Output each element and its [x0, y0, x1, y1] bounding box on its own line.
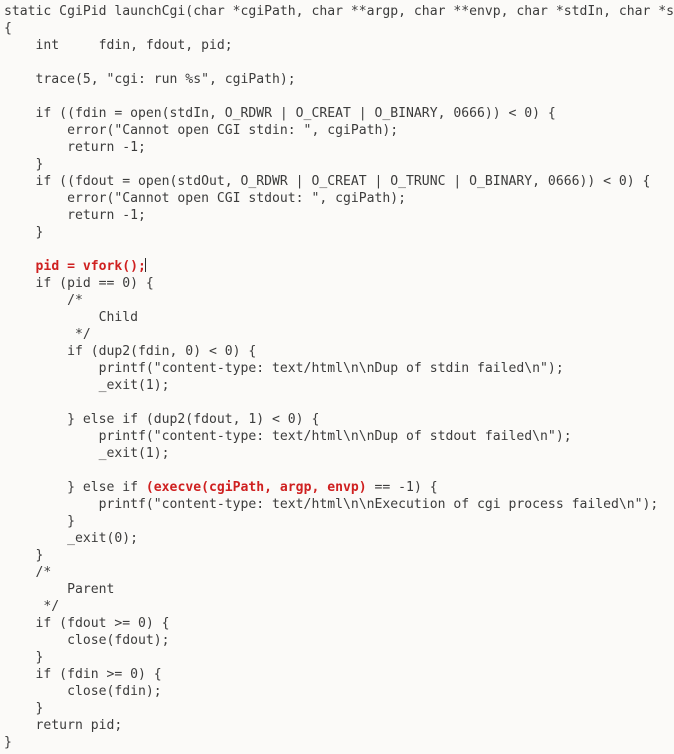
code-line[interactable]: ​ — [4, 462, 674, 479]
code-line[interactable]: _exit(1); — [4, 377, 674, 394]
code-line[interactable]: if (dup2(fdin, 0) < 0) { — [4, 343, 674, 360]
code-token: error("Cannot open CGI stdout: ", cgiPat… — [4, 191, 407, 206]
code-line[interactable]: } else if (execve(cgiPath, argp, envp) =… — [4, 479, 674, 496]
code-line[interactable]: } — [4, 513, 674, 530]
code-token-highlighted: (execve(cgiPath, argp, envp) — [145, 480, 367, 495]
code-line[interactable]: } — [4, 649, 674, 666]
code-line[interactable]: if (pid == 0) { — [4, 275, 674, 292]
code-token: close(fdout); — [4, 633, 170, 648]
code-line[interactable]: error("Cannot open CGI stdin: ", cgiPath… — [4, 122, 674, 139]
code-token: } — [4, 735, 12, 750]
code-token: */ — [4, 327, 91, 342]
code-line[interactable]: _exit(0); — [4, 530, 674, 547]
code-line[interactable]: } — [4, 547, 674, 564]
code-line[interactable]: if (fdin >= 0) { — [4, 666, 674, 683]
code-token: error("Cannot open CGI stdin: ", cgiPath… — [4, 123, 399, 138]
code-line[interactable]: if ((fdin = open(stdIn, O_RDWR | O_CREAT… — [4, 105, 674, 122]
code-line[interactable]: printf("content-type: text/html\n\nDup o… — [4, 360, 674, 377]
code-token: } else if (dup2(fdout, 1) < 0) { — [4, 412, 320, 427]
code-token: { — [4, 21, 12, 36]
code-line[interactable]: Child — [4, 309, 674, 326]
code-token: _exit(1); — [4, 446, 170, 461]
code-line[interactable]: ​ — [4, 241, 674, 258]
code-token: Parent — [4, 582, 115, 597]
code-line[interactable]: printf("content-type: text/html\n\nDup o… — [4, 428, 674, 445]
code-line[interactable]: */ — [4, 326, 674, 343]
code-token: printf("content-type: text/html\n\nDup o… — [4, 429, 572, 444]
code-token: } — [4, 157, 44, 172]
code-token: } else if — [4, 480, 146, 495]
code-line[interactable]: ​ — [4, 88, 674, 105]
code-token: _exit(0); — [4, 531, 139, 546]
code-token: } — [4, 225, 44, 240]
code-token: _exit(1); — [4, 378, 170, 393]
code-token: } — [4, 514, 75, 529]
code-token: } — [4, 701, 44, 716]
code-token: if (fdin >= 0) { — [4, 667, 162, 682]
code-line[interactable]: ​ — [4, 394, 674, 411]
code-token: printf("content-type: text/html\n\nExecu… — [4, 497, 659, 512]
code-line[interactable]: error("Cannot open CGI stdout: ", cgiPat… — [4, 190, 674, 207]
code-token-highlighted: pid = vfork(); — [35, 259, 146, 274]
code-token: int fdin, fdout, pid; — [4, 38, 233, 53]
code-token: } — [4, 548, 44, 563]
code-line[interactable]: Parent — [4, 581, 674, 598]
code-line[interactable]: close(fdin); — [4, 683, 674, 700]
code-token: return -1; — [4, 140, 146, 155]
code-editor-surface[interactable]: static CgiPid launchCgi(char *cgiPath, c… — [0, 0, 674, 754]
code-line[interactable]: */ — [4, 598, 674, 615]
code-line[interactable]: } else if (dup2(fdout, 1) < 0) { — [4, 411, 674, 428]
code-token: if (pid == 0) { — [4, 276, 154, 291]
code-token: return pid; — [4, 718, 123, 733]
code-token: if ((fdin = open(stdIn, O_RDWR | O_CREAT… — [4, 106, 556, 121]
code-line[interactable]: /* — [4, 292, 674, 309]
code-token: if (dup2(fdin, 0) < 0) { — [4, 344, 257, 359]
code-token: if (fdout >= 0) { — [4, 616, 170, 631]
code-line[interactable]: return -1; — [4, 139, 674, 156]
code-token: trace(5, "cgi: run %s", cgiPath); — [4, 72, 296, 87]
code-line[interactable]: _exit(1); — [4, 445, 674, 462]
code-token: /* — [4, 565, 52, 580]
code-token: } — [4, 650, 44, 665]
text-caret — [145, 258, 147, 272]
code-token: == -1) { — [366, 480, 438, 495]
code-line[interactable]: pid = vfork(); — [4, 258, 674, 275]
code-line[interactable]: if ((fdout = open(stdOut, O_RDWR | O_CRE… — [4, 173, 674, 190]
code-token: return -1; — [4, 208, 146, 223]
code-line[interactable]: } — [4, 734, 674, 751]
code-token: /* — [4, 293, 83, 308]
code-line[interactable]: { — [4, 20, 674, 37]
code-token: */ — [4, 599, 60, 614]
code-line[interactable]: return pid; — [4, 717, 674, 734]
code-line[interactable]: trace(5, "cgi: run %s", cgiPath); — [4, 71, 674, 88]
code-line[interactable]: } — [4, 156, 674, 173]
code-token: static CgiPid launchCgi(char *cgiPath, c… — [4, 4, 674, 19]
source-code-block[interactable]: static CgiPid launchCgi(char *cgiPath, c… — [4, 3, 674, 751]
code-line[interactable]: static CgiPid launchCgi(char *cgiPath, c… — [4, 3, 674, 20]
code-line[interactable]: printf("content-type: text/html\n\nExecu… — [4, 496, 674, 513]
code-line[interactable]: } — [4, 700, 674, 717]
code-token: Child — [4, 310, 139, 325]
code-token: close(fdin); — [4, 684, 162, 699]
code-line[interactable]: /* — [4, 564, 674, 581]
code-token: if ((fdout = open(stdOut, O_RDWR | O_CRE… — [4, 174, 651, 189]
code-line[interactable]: ​ — [4, 54, 674, 71]
code-line[interactable]: return -1; — [4, 207, 674, 224]
code-line[interactable]: } — [4, 224, 674, 241]
code-line[interactable]: close(fdout); — [4, 632, 674, 649]
code-token: printf("content-type: text/html\n\nDup o… — [4, 361, 564, 376]
code-line[interactable]: if (fdout >= 0) { — [4, 615, 674, 632]
code-line[interactable]: int fdin, fdout, pid; — [4, 37, 674, 54]
